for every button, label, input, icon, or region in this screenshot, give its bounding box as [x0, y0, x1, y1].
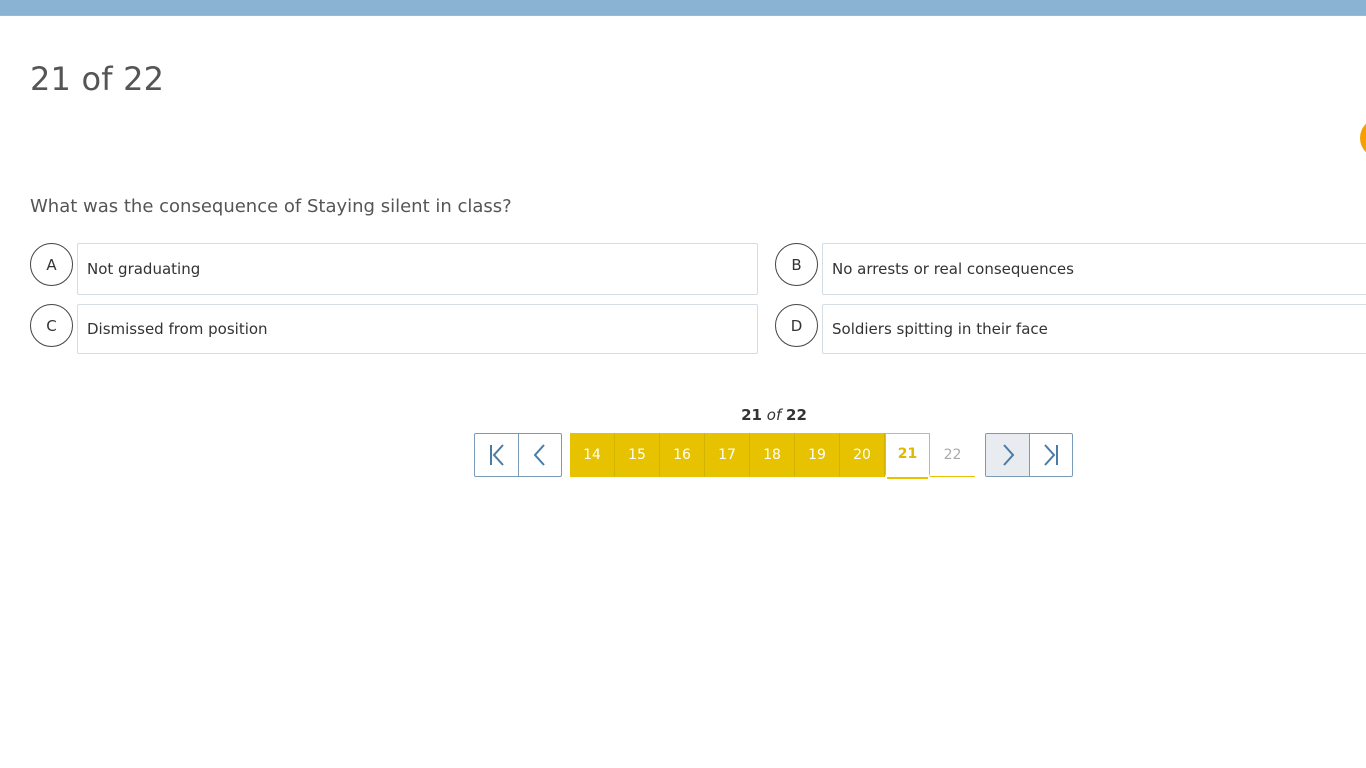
page-button-21-current[interactable]: 21 — [885, 433, 930, 477]
first-page-button[interactable] — [475, 434, 518, 476]
page-button-15[interactable]: 15 — [615, 433, 660, 477]
previous-page-button[interactable] — [518, 434, 561, 476]
pager-of: of — [766, 406, 782, 424]
question-text: What was the consequence of Staying sile… — [30, 196, 512, 217]
top-bar — [0, 0, 1366, 16]
option-text-box[interactable]: No arrests or real consequences — [822, 243, 1366, 295]
page-button-20[interactable]: 20 — [840, 433, 885, 477]
option-letter-badge[interactable]: C — [30, 304, 73, 347]
pager-nav-back — [474, 433, 562, 477]
page-number-list: 14 15 16 17 18 19 20 21 22 — [570, 433, 975, 481]
option-letter-badge[interactable]: B — [775, 243, 818, 286]
option-text: Soldiers spitting in their face — [832, 320, 1048, 338]
page-button-14[interactable]: 14 — [570, 433, 615, 477]
option-text: No arrests or real consequences — [832, 260, 1074, 278]
option-text-box[interactable]: Not graduating — [77, 243, 758, 295]
page-button-18[interactable]: 18 — [750, 433, 795, 477]
option-text-box[interactable]: Soldiers spitting in their face — [822, 304, 1366, 354]
page-button-22[interactable]: 22 — [930, 433, 975, 477]
option-text-box[interactable]: Dismissed from position — [77, 304, 758, 354]
option-text: Not graduating — [87, 260, 201, 278]
pager-current: 21 — [741, 406, 762, 424]
option-letter-badge[interactable]: A — [30, 243, 73, 286]
question-counter-title: 21 of 22 — [30, 60, 165, 98]
option-letter-badge[interactable]: D — [775, 304, 818, 347]
timer-indicator[interactable] — [1360, 118, 1366, 158]
first-page-icon — [489, 444, 504, 466]
page-button-19[interactable]: 19 — [795, 433, 840, 477]
last-page-button[interactable] — [1029, 434, 1072, 476]
last-page-icon — [1044, 444, 1058, 466]
page-button-17[interactable]: 17 — [705, 433, 750, 477]
chevron-left-icon — [533, 444, 545, 466]
pager-nav-forward — [985, 433, 1073, 477]
pager-total: 22 — [786, 406, 807, 424]
option-text: Dismissed from position — [87, 320, 268, 338]
chevron-right-icon — [1002, 444, 1014, 466]
pager-label: 21 of 22 — [700, 406, 848, 424]
page-button-16[interactable]: 16 — [660, 433, 705, 477]
next-page-button[interactable] — [986, 434, 1029, 476]
